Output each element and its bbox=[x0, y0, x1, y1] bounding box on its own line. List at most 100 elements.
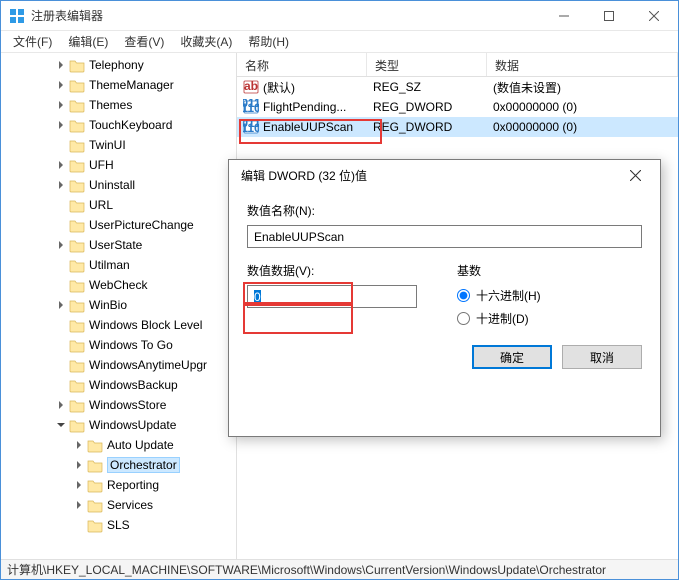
menu-file[interactable]: 文件(F) bbox=[5, 31, 60, 52]
tree-item[interactable]: WinBio bbox=[1, 295, 236, 315]
cancel-button[interactable]: 取消 bbox=[562, 345, 642, 369]
tree-expander-icon[interactable] bbox=[55, 159, 67, 171]
value-data-label: 数值数据(V): bbox=[247, 262, 417, 279]
tree-item[interactable]: WindowsBackup bbox=[1, 375, 236, 395]
tree-item[interactable]: UserPictureChange bbox=[1, 215, 236, 235]
tree-expander-icon[interactable] bbox=[73, 499, 85, 511]
folder-icon bbox=[69, 298, 85, 312]
maximize-button[interactable] bbox=[586, 2, 631, 30]
statusbar: 计算机\HKEY_LOCAL_MACHINE\SOFTWARE\Microsof… bbox=[1, 559, 678, 579]
tree-expander-icon[interactable] bbox=[55, 179, 67, 191]
tree-item-label: Reporting bbox=[107, 478, 159, 492]
folder-icon bbox=[87, 458, 103, 472]
tree-expander-icon[interactable] bbox=[55, 99, 67, 111]
tree-expander-icon[interactable] bbox=[55, 119, 67, 131]
value-name: FlightPending... bbox=[263, 100, 346, 114]
tree-item[interactable]: WindowsUpdate bbox=[1, 415, 236, 435]
value-type: REG_SZ bbox=[367, 79, 487, 95]
tree-item[interactable]: Windows Block Level bbox=[1, 315, 236, 335]
folder-icon bbox=[69, 318, 85, 332]
tree-expander-icon[interactable] bbox=[73, 459, 85, 471]
folder-icon bbox=[69, 138, 85, 152]
folder-icon bbox=[87, 518, 103, 532]
tree-item[interactable]: Reporting bbox=[1, 475, 236, 495]
menu-view[interactable]: 查看(V) bbox=[116, 31, 172, 52]
dialog-close-button[interactable] bbox=[616, 162, 654, 188]
list-row[interactable]: FlightPending...REG_DWORD0x00000000 (0) bbox=[237, 97, 678, 117]
list-header: 名称 类型 数据 bbox=[237, 53, 678, 77]
tree-item-label: WindowsAnytimeUpgr bbox=[89, 358, 207, 372]
tree-item-label: WinBio bbox=[89, 298, 127, 312]
minimize-button[interactable] bbox=[541, 2, 586, 30]
tree-expander-icon[interactable] bbox=[73, 479, 85, 491]
tree-item[interactable]: SLS bbox=[1, 515, 236, 535]
tree-expander-icon[interactable] bbox=[73, 439, 85, 451]
folder-icon bbox=[69, 418, 85, 432]
folder-icon bbox=[69, 258, 85, 272]
folder-icon bbox=[69, 338, 85, 352]
col-header-data[interactable]: 数据 bbox=[487, 53, 678, 76]
radio-dec-input[interactable] bbox=[457, 312, 470, 325]
dialog-titlebar[interactable]: 编辑 DWORD (32 位)值 bbox=[229, 160, 660, 190]
menu-favorites[interactable]: 收藏夹(A) bbox=[172, 31, 240, 52]
tree-item[interactable]: Orchestrator bbox=[1, 455, 236, 475]
dialog-body: 数值名称(N): EnableUUPScan 数值数据(V): 基数 十六进制(… bbox=[229, 190, 660, 345]
tree-expander-icon[interactable] bbox=[55, 419, 67, 431]
folder-icon bbox=[87, 478, 103, 492]
tree-item[interactable]: TwinUI bbox=[1, 135, 236, 155]
tree-item[interactable]: TouchKeyboard bbox=[1, 115, 236, 135]
radio-dec[interactable]: 十进制(D) bbox=[457, 310, 541, 327]
tree-item[interactable]: UserState bbox=[1, 235, 236, 255]
col-header-name[interactable]: 名称 bbox=[237, 53, 367, 76]
tree-item[interactable]: WindowsStore bbox=[1, 395, 236, 415]
list-row[interactable]: (默认)REG_SZ(数值未设置) bbox=[237, 77, 678, 97]
col-header-type[interactable]: 类型 bbox=[367, 53, 487, 76]
tree-item[interactable]: Utilman bbox=[1, 255, 236, 275]
value-data: (数值未设置) bbox=[487, 78, 678, 97]
tree-item-label: TwinUI bbox=[89, 138, 126, 152]
tree-item-label: Services bbox=[107, 498, 153, 512]
tree-expander-icon[interactable] bbox=[55, 299, 67, 311]
radio-hex-input[interactable] bbox=[457, 289, 470, 302]
tree-item[interactable]: Telephony bbox=[1, 55, 236, 75]
list-row[interactable]: EnableUUPScanREG_DWORD0x00000000 (0) bbox=[237, 117, 678, 137]
folder-icon bbox=[69, 218, 85, 232]
menu-edit[interactable]: 编辑(E) bbox=[60, 31, 116, 52]
tree-item[interactable]: URL bbox=[1, 195, 236, 215]
value-type: REG_DWORD bbox=[367, 99, 487, 115]
folder-icon bbox=[69, 118, 85, 132]
window-title: 注册表编辑器 bbox=[31, 7, 541, 24]
tree-expander-icon[interactable] bbox=[55, 59, 67, 71]
tree-item-label: URL bbox=[89, 198, 113, 212]
menu-help[interactable]: 帮助(H) bbox=[240, 31, 297, 52]
tree-item[interactable]: ThemeManager bbox=[1, 75, 236, 95]
folder-icon bbox=[69, 98, 85, 112]
value-name: EnableUUPScan bbox=[263, 120, 353, 134]
tree-expander-icon[interactable] bbox=[55, 399, 67, 411]
tree-item[interactable]: Windows To Go bbox=[1, 335, 236, 355]
folder-icon bbox=[69, 158, 85, 172]
tree-expander-icon[interactable] bbox=[55, 239, 67, 251]
tree-item[interactable]: Themes bbox=[1, 95, 236, 115]
tree-item[interactable]: Uninstall bbox=[1, 175, 236, 195]
folder-icon bbox=[69, 78, 85, 92]
value-data-input[interactable] bbox=[247, 285, 417, 308]
folder-icon bbox=[69, 178, 85, 192]
tree-item[interactable]: Services bbox=[1, 495, 236, 515]
ok-button[interactable]: 确定 bbox=[472, 345, 552, 369]
tree-item[interactable]: WindowsAnytimeUpgr bbox=[1, 355, 236, 375]
tree-pane[interactable]: TelephonyThemeManagerThemesTouchKeyboard… bbox=[1, 53, 237, 559]
tree-item-label: UserPictureChange bbox=[89, 218, 194, 232]
radio-dec-label: 十进制(D) bbox=[476, 310, 529, 327]
tree-item[interactable]: UFH bbox=[1, 155, 236, 175]
tree-item-label: WindowsStore bbox=[89, 398, 166, 412]
value-icon bbox=[243, 99, 259, 115]
value-name-field[interactable]: EnableUUPScan bbox=[247, 225, 642, 248]
tree-item[interactable]: Auto Update bbox=[1, 435, 236, 455]
tree-item[interactable]: WebCheck bbox=[1, 275, 236, 295]
close-button[interactable] bbox=[631, 2, 676, 30]
tree-expander-icon[interactable] bbox=[55, 79, 67, 91]
folder-icon bbox=[87, 498, 103, 512]
radio-hex[interactable]: 十六进制(H) bbox=[457, 287, 541, 304]
tree-item-label: Orchestrator bbox=[107, 457, 180, 473]
